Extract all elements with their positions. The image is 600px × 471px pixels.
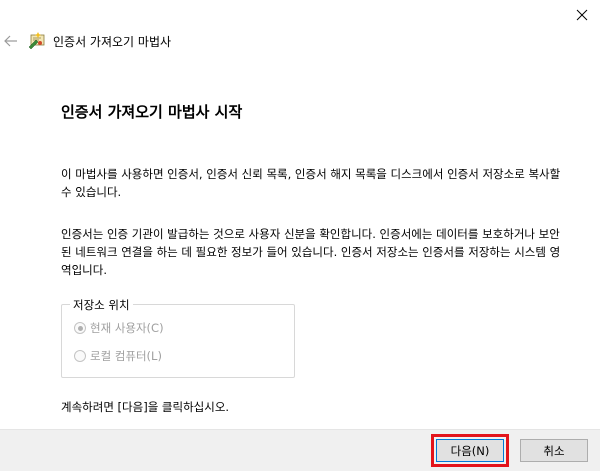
back-button[interactable] xyxy=(2,32,20,50)
radio-local-machine-label: 로컬 컴퓨터(L) xyxy=(90,349,162,363)
certificate-wizard-icon xyxy=(28,32,45,49)
radio-local-machine[interactable]: 로컬 컴퓨터(L) xyxy=(74,348,162,364)
store-location-group: 저장소 위치 현재 사용자(C) 로컬 컴퓨터(L) xyxy=(61,297,295,378)
description-paragraph: 인증서는 인증 기관이 발급하는 것으로 사용자 신분을 확인합니다. 인증서에… xyxy=(61,227,561,277)
wizard-header: 인증서 가져오기 마법사 xyxy=(0,26,600,56)
page-title: 인증서 가져오기 마법사 시작 xyxy=(61,103,243,121)
store-location-legend: 저장소 위치 xyxy=(70,297,133,313)
next-button[interactable]: 다음(N) xyxy=(431,434,509,467)
wizard-title: 인증서 가져오기 마법사 xyxy=(53,35,172,49)
radio-current-user[interactable]: 현재 사용자(C) xyxy=(74,320,164,336)
cancel-button[interactable]: 취소 xyxy=(520,439,588,462)
certificate-import-wizard-window: 인증서 가져오기 마법사 인증서 가져오기 마법사 시작 이 마법사를 사용하면… xyxy=(0,0,600,471)
radio-button-checked[interactable] xyxy=(74,322,86,334)
close-icon xyxy=(576,9,588,21)
back-arrow-icon xyxy=(4,35,17,47)
radio-button-unchecked[interactable] xyxy=(74,350,86,362)
continue-instruction: 계속하려면 [다음]을 클릭하십시오. xyxy=(61,400,230,414)
wizard-footer: 다음(N) 취소 xyxy=(0,429,600,471)
radio-current-user-label: 현재 사용자(C) xyxy=(90,321,164,335)
intro-paragraph: 이 마법사를 사용하면 인증서, 인증서 신뢰 목록, 인증서 해지 목록을 디… xyxy=(61,167,561,199)
